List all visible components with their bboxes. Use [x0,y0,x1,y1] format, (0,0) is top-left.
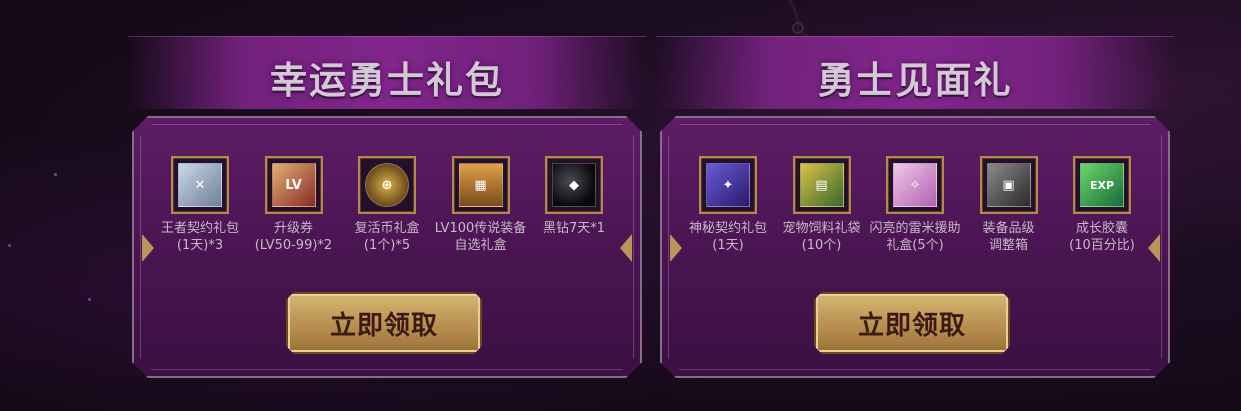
item-label: LV100传说装备 自选礼盒 [434,221,527,253]
coin-box-icon: ⊕ [365,163,409,207]
warrior-welcome-gift-panel: 勇士见面礼 ✦ 神秘契约礼包 (1天) ▤ 宠物饲料礼袋 (10个) ✧ 闪亮的… [656,36,1174,381]
contract-scroll-icon: ✕ [178,163,222,207]
right-arrow-icon[interactable] [1148,234,1160,262]
reward-item[interactable]: ▣ 装备品级 调整箱 [963,156,1055,276]
item-slot: ▤ [792,156,851,214]
item-slot: ◆ [545,156,603,214]
item-list: ✦ 神秘契约礼包 (1天) ▤ 宠物饲料礼袋 (10个) ✧ 闪亮的雷米援助 礼… [682,156,1148,276]
item-slot: ✦ [699,156,757,214]
item-label: 升级券 (LV50-99)*2 [254,221,333,253]
item-slot: ▦ [451,156,510,214]
item-slot: EXP [1073,156,1131,214]
reward-item[interactable]: ✕ 王者契约礼包 (1天)*3 [154,156,246,276]
legendary-chest-icon: ▦ [458,163,503,207]
sparkle [54,173,57,176]
reward-item[interactable]: EXP 成长胶囊 (10百分比) [1056,156,1148,276]
pet-food-bag-icon: ▤ [799,163,844,207]
exp-capsule-icon: EXP [1080,163,1124,207]
black-diamond-icon: ◆ [552,163,596,207]
item-label: 闪亮的雷米援助 礼盒(5个) [869,221,961,253]
item-label: 黑钻7天*1 [542,221,606,236]
item-slot: ✧ [886,156,944,214]
item-label: 神秘契约礼包 (1天) [688,221,767,253]
reward-item[interactable]: ⊕ 复活币礼盒 (1个)*5 [341,156,433,276]
lucky-warrior-pack-panel: 幸运勇士礼包 ✕ 王者契约礼包 (1天)*3 LV 升级券 (LV50-99)*… [128,36,646,381]
reward-item[interactable]: ▦ LV100传说装备 自选礼盒 [435,156,527,276]
item-label: 装备品级 调整箱 [982,221,1035,253]
item-slot: ✕ [171,156,229,214]
reward-item[interactable]: ✧ 闪亮的雷米援助 礼盒(5个) [869,156,961,276]
item-slot: ▣ [979,156,1038,214]
level-up-ticket-icon: LV [271,163,316,207]
panel-title: 勇士见面礼 [817,59,1013,102]
item-slot: LV [264,156,323,214]
reward-item[interactable]: ▤ 宠物饲料礼袋 (10个) [776,156,868,276]
claim-button[interactable]: 立即领取 [814,292,1010,354]
item-label: 王者契约礼包 (1天)*3 [160,221,239,253]
item-list: ✕ 王者契约礼包 (1天)*3 LV 升级券 (LV50-99)*2 ⊕ 复活币… [154,156,620,276]
reward-item[interactable]: LV 升级券 (LV50-99)*2 [248,156,340,276]
sparkle [88,298,91,301]
right-arrow-icon[interactable] [620,234,632,262]
left-arrow-icon[interactable] [142,234,154,262]
reward-item[interactable]: ✦ 神秘契约礼包 (1天) [682,156,774,276]
claim-button[interactable]: 立即领取 [286,292,482,354]
mystic-contract-icon: ✦ [706,163,750,207]
grade-adjust-box-icon: ▣ [986,163,1031,207]
shining-raymi-box-icon: ✧ [893,163,937,207]
item-label: 复活币礼盒 (1个)*5 [354,221,420,253]
sparkle [8,244,11,247]
left-arrow-icon[interactable] [670,234,682,262]
item-label: 成长胶囊 (10百分比) [1069,221,1135,253]
item-slot: ⊕ [358,156,416,214]
item-label: 宠物饲料礼袋 (10个) [782,221,861,253]
reward-item[interactable]: ◆ 黑钻7天*1 [528,156,620,276]
panel-title: 幸运勇士礼包 [270,59,504,102]
